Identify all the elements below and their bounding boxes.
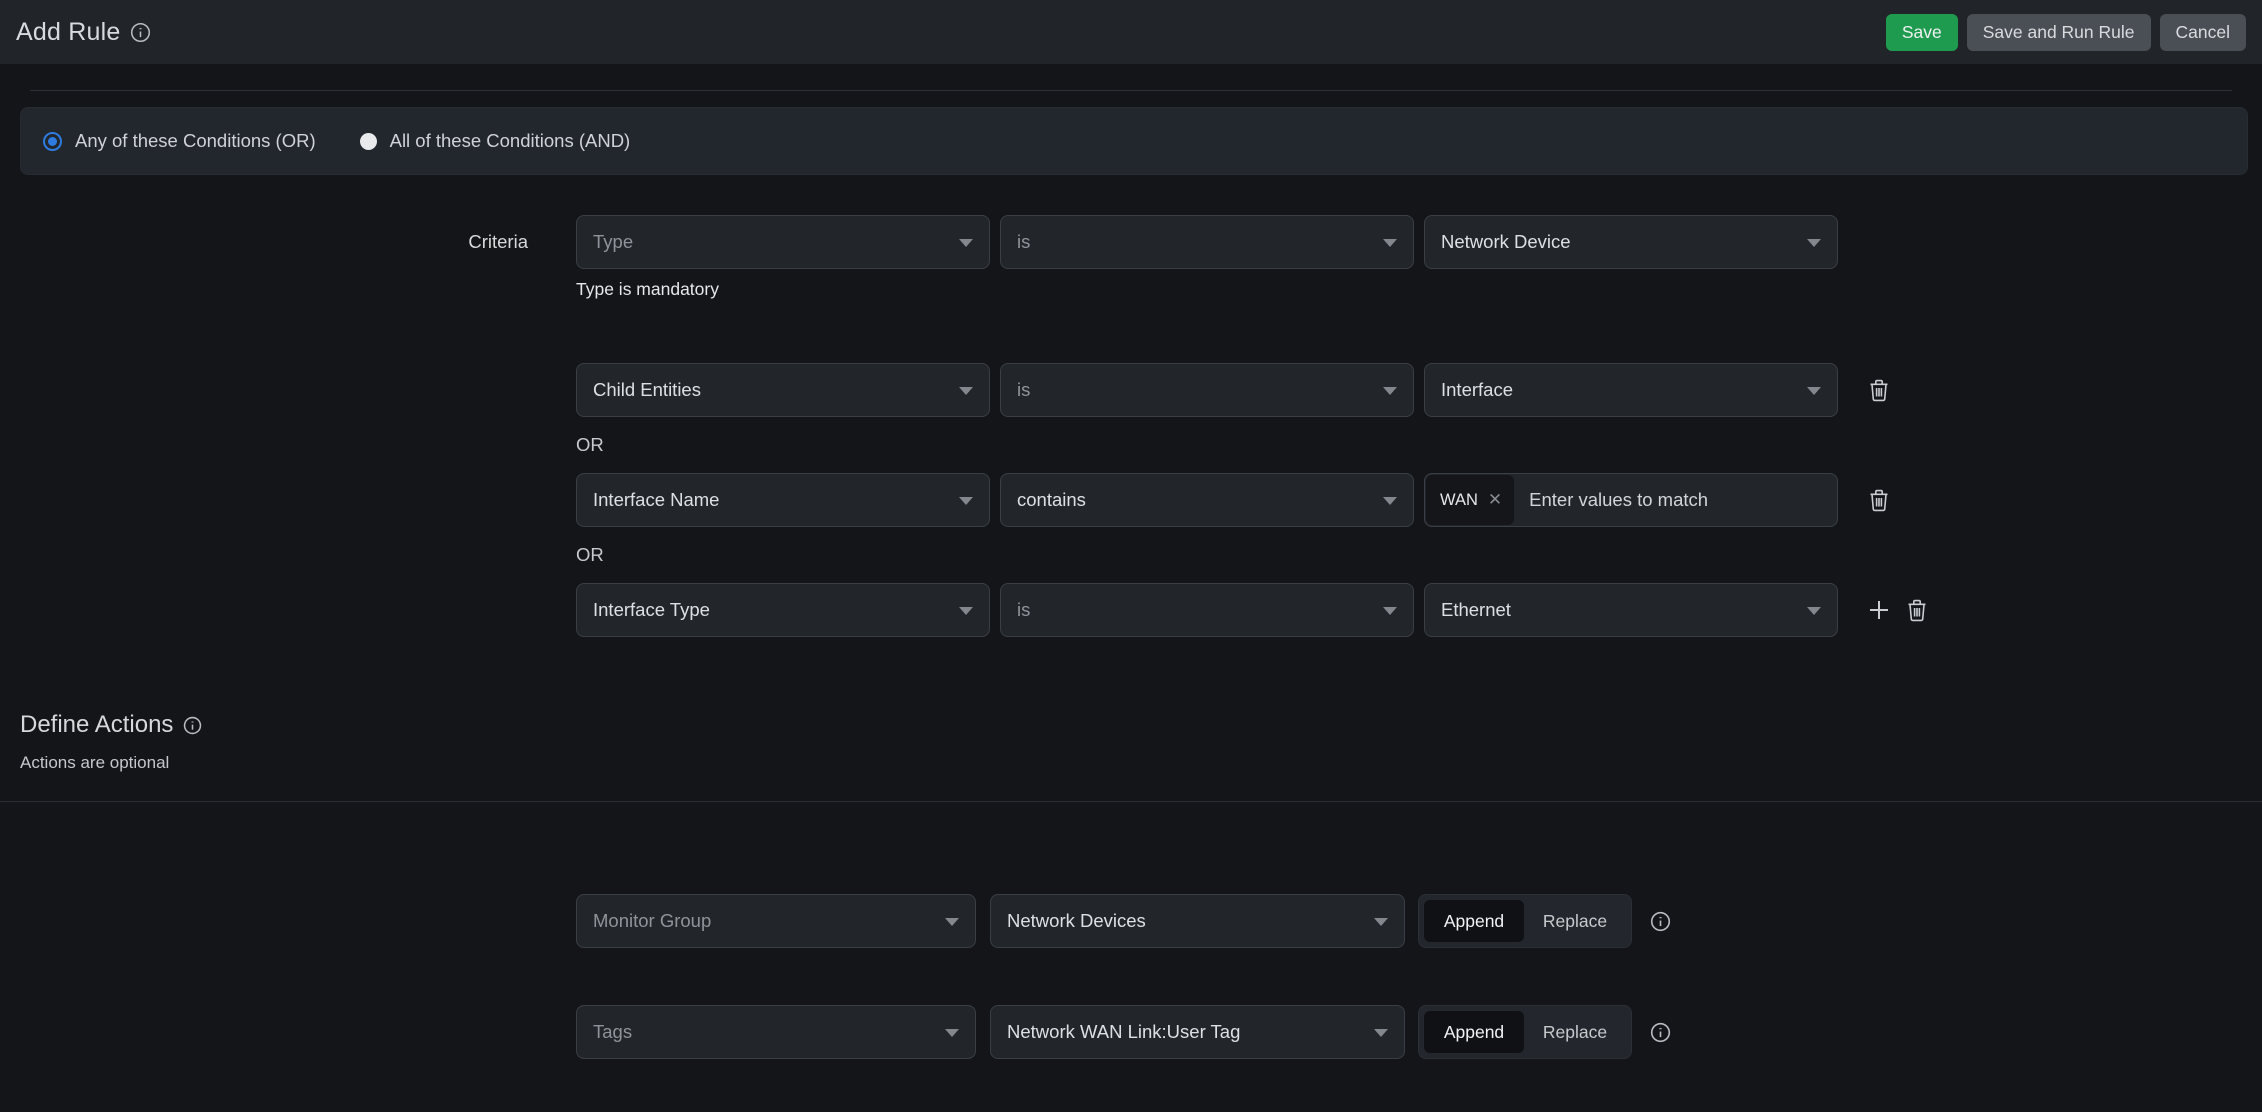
page-title: Add Rule xyxy=(16,18,120,47)
save-and-run-button[interactable]: Save and Run Rule xyxy=(1967,14,2151,51)
chevron-down-icon xyxy=(959,239,973,247)
action-1-value: Network Devices xyxy=(1007,910,1146,932)
info-icon[interactable] xyxy=(130,22,151,43)
criteria-4-value: Ethernet xyxy=(1441,599,1511,621)
cancel-button[interactable]: Cancel xyxy=(2160,14,2246,51)
chevron-down-icon xyxy=(1383,607,1397,615)
criteria-row-1: Criteria Type is Network Device xyxy=(0,215,2262,269)
action-row-1: Monitor Group Network Devices Append Rep… xyxy=(0,894,2262,948)
criteria-2-operator-dropdown[interactable]: is xyxy=(1000,363,1414,417)
chevron-down-icon xyxy=(1374,1029,1388,1037)
radio-all-label: All of these Conditions (AND) xyxy=(390,130,631,152)
criteria-row-2: Child Entities is Interface xyxy=(0,363,2262,417)
criteria-2-value: Interface xyxy=(1441,379,1513,401)
type-mandatory-note: Type is mandatory xyxy=(576,279,2262,300)
or-connector-1: OR xyxy=(576,434,2262,456)
value-chip-label: WAN xyxy=(1440,491,1478,510)
chevron-down-icon xyxy=(959,497,973,505)
chevron-down-icon xyxy=(1374,918,1388,926)
criteria-3-values-input[interactable]: WAN ✕ Enter values to match xyxy=(1424,473,1838,527)
criteria-2-operator-value: is xyxy=(1017,379,1030,401)
action-row-2: Tags Network WAN Link:User Tag Append Re… xyxy=(0,1005,2262,1059)
criteria-3-field-value: Interface Name xyxy=(593,489,719,511)
top-divider xyxy=(30,90,2232,91)
criteria-label: Criteria xyxy=(0,231,576,253)
add-criteria-button[interactable] xyxy=(1868,599,1890,621)
chevron-down-icon xyxy=(1383,387,1397,395)
criteria-2-field-dropdown[interactable]: Child Entities xyxy=(576,363,990,417)
action-1-value-dropdown[interactable]: Network Devices xyxy=(990,894,1405,948)
radio-any-conditions[interactable]: Any of these Conditions (OR) xyxy=(43,130,316,152)
remove-chip-icon[interactable]: ✕ xyxy=(1488,490,1502,510)
action-1-type-value: Monitor Group xyxy=(593,910,711,932)
info-icon[interactable] xyxy=(1650,911,1671,932)
delete-criteria-3-button[interactable] xyxy=(1868,488,1890,512)
add-rule-page: Add Rule Save Save and Run Rule Cancel A… xyxy=(0,0,2262,1112)
criteria-4-operator-value: is xyxy=(1017,599,1030,621)
condition-mode-panel: Any of these Conditions (OR) All of thes… xyxy=(20,107,2248,175)
chevron-down-icon xyxy=(945,1029,959,1037)
criteria-3-field-dropdown[interactable]: Interface Name xyxy=(576,473,990,527)
criteria-row-4: Interface Type is Ethernet xyxy=(0,583,2262,637)
action-2-type-dropdown[interactable]: Tags xyxy=(576,1005,976,1059)
value-chip: WAN ✕ xyxy=(1426,475,1514,525)
criteria-1-value: Network Device xyxy=(1441,231,1571,253)
action-2-value: Network WAN Link:User Tag xyxy=(1007,1021,1240,1043)
action-2-type-value: Tags xyxy=(593,1021,632,1043)
actions-optional-note: Actions are optional xyxy=(20,753,2262,773)
page-title-group: Add Rule xyxy=(16,18,151,47)
criteria-3-operator-dropdown[interactable]: contains xyxy=(1000,473,1414,527)
append-segment[interactable]: Append xyxy=(1424,900,1524,942)
top-bar-actions: Save Save and Run Rule Cancel xyxy=(1886,14,2246,51)
criteria-2-value-dropdown[interactable]: Interface xyxy=(1424,363,1838,417)
top-bar: Add Rule Save Save and Run Rule Cancel xyxy=(0,0,2262,64)
radio-any-label: Any of these Conditions (OR) xyxy=(75,130,316,152)
radio-unselected-icon xyxy=(360,133,377,150)
criteria-2-field-value: Child Entities xyxy=(593,379,701,401)
criteria-row-3: Interface Name contains WAN ✕ Enter valu… xyxy=(0,473,2262,527)
criteria-1-field-value: Type xyxy=(593,231,633,253)
criteria-1-operator-value: is xyxy=(1017,231,1030,253)
replace-segment[interactable]: Replace xyxy=(1524,900,1626,942)
delete-criteria-2-button[interactable] xyxy=(1868,378,1890,402)
criteria-3-operator-value: contains xyxy=(1017,489,1086,511)
action-1-mode-toggle: Append Replace xyxy=(1418,894,1632,948)
or-connector-2: OR xyxy=(576,544,2262,566)
replace-segment[interactable]: Replace xyxy=(1524,1011,1626,1053)
save-button[interactable]: Save xyxy=(1886,14,1958,51)
actions-divider xyxy=(0,801,2262,802)
chevron-down-icon xyxy=(1807,607,1821,615)
chevron-down-icon xyxy=(1383,239,1397,247)
values-input-placeholder: Enter values to match xyxy=(1529,489,1708,511)
chevron-down-icon xyxy=(959,387,973,395)
radio-all-conditions[interactable]: All of these Conditions (AND) xyxy=(360,130,631,152)
define-actions-header: Define Actions xyxy=(20,711,2262,739)
criteria-4-value-dropdown[interactable]: Ethernet xyxy=(1424,583,1838,637)
define-actions-title: Define Actions xyxy=(20,711,173,739)
action-2-mode-toggle: Append Replace xyxy=(1418,1005,1632,1059)
info-icon[interactable] xyxy=(1650,1022,1671,1043)
criteria-4-field-value: Interface Type xyxy=(593,599,710,621)
action-1-type-dropdown[interactable]: Monitor Group xyxy=(576,894,976,948)
criteria-1-value-dropdown[interactable]: Network Device xyxy=(1424,215,1838,269)
chevron-down-icon xyxy=(959,607,973,615)
criteria-1-field-dropdown[interactable]: Type xyxy=(576,215,990,269)
criteria-1-operator-dropdown[interactable]: is xyxy=(1000,215,1414,269)
criteria-4-field-dropdown[interactable]: Interface Type xyxy=(576,583,990,637)
info-icon[interactable] xyxy=(183,716,202,735)
action-2-value-dropdown[interactable]: Network WAN Link:User Tag xyxy=(990,1005,1405,1059)
chevron-down-icon xyxy=(945,918,959,926)
criteria-4-operator-dropdown[interactable]: is xyxy=(1000,583,1414,637)
append-segment[interactable]: Append xyxy=(1424,1011,1524,1053)
delete-criteria-4-button[interactable] xyxy=(1906,598,1928,622)
radio-selected-icon xyxy=(43,132,62,151)
chevron-down-icon xyxy=(1807,387,1821,395)
chevron-down-icon xyxy=(1807,239,1821,247)
chevron-down-icon xyxy=(1383,497,1397,505)
